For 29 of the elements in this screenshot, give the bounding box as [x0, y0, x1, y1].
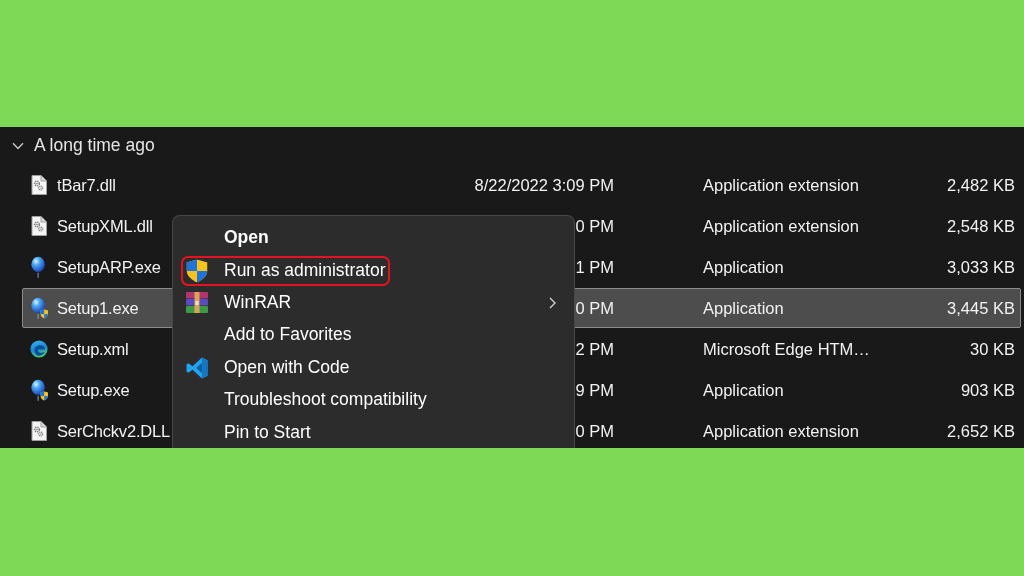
file-date: 0 PM [575, 420, 614, 442]
file-type: Application extension [703, 215, 859, 237]
file-date: 2 PM [575, 338, 614, 360]
file-date: 0 PM [575, 215, 614, 237]
file-size: 2,482 KB [947, 174, 1015, 196]
file-name: SetupARP.exe [57, 256, 161, 278]
file-size: 3,033 KB [947, 256, 1015, 278]
file-name: Setup.exe [57, 379, 130, 401]
file-name: tBar7.dll [57, 174, 116, 196]
file-name: Setup.xml [57, 338, 129, 360]
file-date: 9 PM [575, 379, 614, 401]
file-type: Application [703, 256, 784, 278]
file-size: 903 KB [960, 379, 1015, 401]
file-size: 2,652 KB [947, 420, 1015, 442]
file-type: Microsoft Edge HTM… [703, 338, 870, 360]
file-date: 0 PM [575, 297, 614, 319]
file-size: 2,548 KB [947, 215, 1015, 237]
file-name: SerChckv2.DLL [57, 420, 170, 442]
file-size: 30 KB [970, 338, 1015, 360]
file-type: Application [703, 297, 784, 319]
file-date: 8/22/2022 3:09 PM [474, 174, 614, 196]
file-type: Application extension [703, 174, 859, 196]
file-type: Application [703, 379, 784, 401]
file-size: 3,445 KB [947, 297, 1015, 319]
file-date: 1 PM [575, 256, 614, 278]
group-label: A long time ago [34, 134, 155, 157]
file-name: SetupXML.dll [57, 215, 153, 237]
file-name: Setup1.exe [57, 297, 139, 319]
file-type: Application extension [703, 420, 859, 442]
